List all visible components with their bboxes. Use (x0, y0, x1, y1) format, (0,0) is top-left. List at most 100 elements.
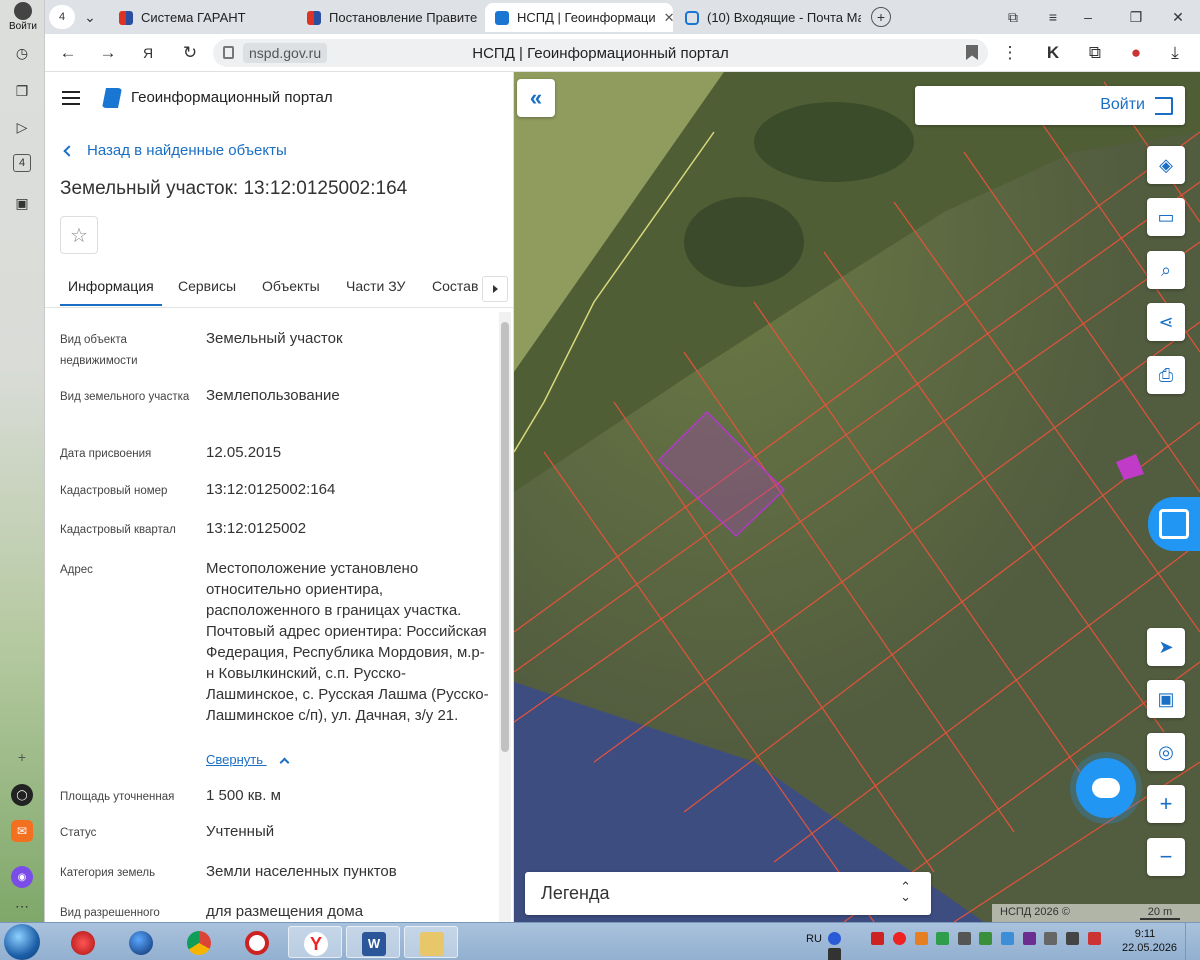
taskbar-app-browser[interactable] (114, 926, 168, 958)
tree-cluster (754, 102, 914, 182)
tray-app-5-icon (1087, 932, 1101, 945)
extension-3-icon[interactable]: ● (1123, 41, 1149, 65)
extension-icon[interactable]: K (1040, 41, 1066, 65)
reload-icon[interactable]: ↻ (177, 41, 203, 65)
yandex-app-icon: Y (304, 932, 328, 956)
close-tab-icon[interactable]: ✕ (664, 10, 673, 26)
tab-list-chevron-icon[interactable]: ⌄ (77, 5, 103, 29)
tab-mail[interactable]: (10) Входящие - Почта Ма (675, 3, 861, 32)
scrollbar-thumb[interactable] (501, 322, 509, 752)
tab-postanovlenie[interactable]: Постановление Правител (297, 3, 477, 32)
tab-count-badge[interactable]: 4 (13, 154, 31, 172)
tab-objects[interactable]: Объекты (262, 278, 320, 294)
history-icon[interactable]: ◷ (11, 42, 33, 64)
tray-app-4-icon (1044, 932, 1058, 945)
attribute-label: Вид объекта недвижимости (60, 334, 138, 367)
url-field[interactable]: nspd.gov.ru НСПД | Геоинформационный пор… (213, 39, 988, 67)
play-icon[interactable]: ▷ (11, 116, 33, 138)
maximize-icon[interactable]: ❐ (1123, 5, 1149, 29)
taskbar-app-consultant[interactable] (230, 926, 284, 958)
gov-favicon-icon (307, 10, 321, 25)
portal-logo-icon (102, 88, 122, 108)
tab-composition[interactable]: Состав (432, 278, 478, 294)
chevron-left-icon (63, 144, 75, 157)
tray-app-3-icon (1001, 932, 1014, 945)
yandex-tray-icon (892, 932, 906, 945)
tab-nspd[interactable]: НСПД | Геоинформаци ✕ (485, 3, 673, 32)
zoom-in-button[interactable]: + (1147, 785, 1185, 823)
forward-arrow-icon[interactable]: → (95, 41, 121, 65)
attribute-label: Вид земельного участка (60, 391, 190, 403)
browser-login[interactable]: Войти (4, 2, 42, 36)
attribute-label: Кадастровый квартал (60, 524, 176, 536)
panel-scrollbar[interactable] (499, 312, 511, 922)
share-icon[interactable]: ⋖ (1147, 303, 1185, 341)
consultant-app-icon (245, 931, 269, 955)
tab-services[interactable]: Сервисы (178, 278, 236, 294)
attribute-value: Земли населенных пунктов (206, 863, 397, 880)
info-tabs: Информация Сервисы Объекты Части ЗУ Сост… (45, 268, 513, 308)
screenshot-icon[interactable]: ▣ (11, 192, 33, 214)
new-tab-icon[interactable]: + (871, 7, 891, 27)
taskbar-app-word[interactable]: W (346, 926, 400, 958)
assistant-icon[interactable]: ◉ (11, 866, 33, 888)
alice-icon[interactable]: ◯ (11, 784, 33, 806)
taskbar-app-yandex[interactable]: Y (288, 926, 342, 958)
clock-date: 22.05.2026 (1122, 942, 1178, 954)
clock[interactable]: 9:11 22.05.2026 (1122, 927, 1178, 955)
collapse-address-link[interactable]: Свернуть (206, 752, 290, 768)
minimize-icon[interactable]: – (1075, 5, 1101, 29)
system-tray-icons[interactable] (828, 932, 1108, 960)
layers-icon[interactable]: ◈ (1147, 146, 1185, 184)
network-icon (979, 932, 993, 945)
minimap-icon[interactable]: ▣ (1147, 680, 1185, 718)
display-icon (828, 948, 841, 960)
attribute-value: Землепользование (206, 387, 340, 404)
zoom-out-button[interactable]: − (1147, 838, 1185, 876)
yandex-icon[interactable]: Я (135, 41, 161, 65)
chat-icon[interactable] (1076, 758, 1136, 818)
tab-count[interactable]: 4 (49, 5, 75, 29)
attribute-value: Учтенный (206, 823, 275, 840)
collapse-panel-button[interactable]: « (517, 79, 555, 117)
browser-side-rail: Войти ◷ ❐ ▷ 4 ▣ + ◯ ✉ ◉ ⋯ (0, 0, 45, 922)
print-icon[interactable]: ⎙ (1147, 356, 1185, 394)
back-to-results-link[interactable]: Назад в найденные объекты (63, 142, 287, 159)
locate-icon[interactable]: ➤ (1147, 628, 1185, 666)
back-arrow-icon[interactable]: ← (55, 41, 81, 65)
attribute-label: Категория земель (60, 867, 156, 879)
hamburger-menu-icon[interactable] (62, 91, 80, 105)
geo-search-icon[interactable]: ◎ (1147, 733, 1185, 771)
favorite-star-icon[interactable]: ☆ (60, 216, 98, 254)
taskbar-app-explorer[interactable] (404, 926, 458, 958)
close-window-icon[interactable]: ✕ (1165, 5, 1191, 29)
language-indicator[interactable]: RU (806, 933, 822, 945)
feedback-icon[interactable] (1148, 497, 1200, 551)
map-attribution: НСПД 2026 © 20 m (992, 904, 1200, 922)
bookmarks-icon[interactable]: ⧉ (1000, 5, 1026, 29)
mail-app-icon[interactable]: ✉ (11, 820, 33, 842)
ruler-icon[interactable]: ▭ (1147, 198, 1185, 236)
taskbar-app-chrome[interactable] (172, 926, 226, 958)
tab-label: Постановление Правител (329, 10, 477, 25)
menu-icon[interactable]: ≡ (1040, 5, 1066, 29)
show-desktop-button[interactable] (1185, 923, 1200, 960)
tab-garant[interactable]: Система ГАРАНТ (109, 3, 289, 32)
map-view[interactable]: « Войти ◈ ▭ ⌕ ⋖ ⎙ ➤ ▣ ◎ + − Легенда ⌃ ⌄ Н… (514, 72, 1200, 922)
add-icon[interactable]: + (11, 746, 33, 768)
tab-parts[interactable]: Части ЗУ (346, 278, 405, 294)
taskbar-app-garant[interactable] (56, 926, 110, 958)
flag-icon (1065, 932, 1079, 945)
tab-information[interactable]: Информация (60, 278, 162, 306)
start-button[interactable] (4, 924, 40, 960)
login-button[interactable]: Войти (915, 86, 1185, 125)
legend-dropdown[interactable]: Легенда ⌃ ⌄ (525, 872, 931, 915)
apps-grid-icon[interactable]: ⋯ (11, 895, 33, 917)
search-area-icon[interactable]: ⌕ (1147, 251, 1185, 289)
nspd-favicon-icon (495, 10, 509, 25)
extension-2-icon[interactable]: ⧉ (1082, 41, 1108, 65)
download-icon[interactable]: ⤓ (1162, 41, 1188, 65)
tabs-next-arrow-icon[interactable] (482, 276, 508, 302)
more-icon[interactable]: ⋮ (997, 41, 1023, 65)
collections-icon[interactable]: ❐ (11, 80, 33, 102)
